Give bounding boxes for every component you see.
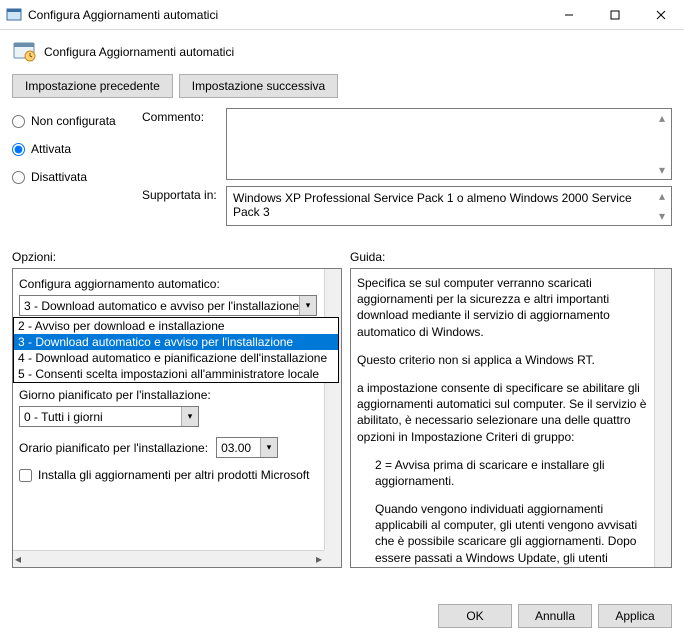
cancel-button[interactable]: Annulla	[518, 604, 592, 628]
install-time-label: Orario pianificato per l'installazione:	[19, 441, 208, 455]
config-option-2[interactable]: 2 - Avviso per download e installazione	[14, 318, 338, 334]
radio-disabled-label: Disattivata	[31, 170, 87, 184]
policy-icon	[12, 40, 36, 64]
options-vscrollbar[interactable]	[324, 269, 341, 550]
config-option-4[interactable]: 4 - Download automatico e pianificazione…	[14, 350, 338, 366]
config-update-combo[interactable]: 3 - Download automatico e avviso per l'i…	[19, 295, 317, 316]
prev-setting-button[interactable]: Impostazione precedente	[12, 74, 173, 98]
chevron-down-icon: ▾	[299, 296, 316, 315]
config-option-5[interactable]: 5 - Consenti scelta impostazioni all'amm…	[14, 366, 338, 382]
other-products-checkbox-row[interactable]: Installa gli aggiornamenti per altri pro…	[19, 468, 335, 482]
guide-p3: a impostazione consente di specificare s…	[357, 380, 651, 445]
config-option-3[interactable]: 3 - Download automatico e avviso per l'i…	[14, 334, 338, 350]
header-title: Configura Aggiornamenti automatici	[44, 45, 234, 59]
radio-disabled-input[interactable]	[12, 171, 25, 184]
install-day-value: 0 - Tutti i giorni	[24, 410, 103, 424]
guide-p2: Questo criterio non si applica a Windows…	[357, 352, 651, 368]
comment-scrollbar[interactable]: ▴▾	[655, 111, 669, 177]
supported-text: Windows XP Professional Service Pack 1 o…	[233, 191, 632, 219]
radio-not-configured-label: Non configurata	[31, 114, 116, 128]
other-products-label: Installa gli aggiornamenti per altri pro…	[38, 468, 309, 482]
state-radio-group: Non configurata Attivata Disattivata	[12, 108, 122, 232]
radio-enabled-label: Attivata	[31, 142, 71, 156]
install-day-combo[interactable]: 0 - Tutti i giorni ▾	[19, 406, 199, 427]
install-day-label: Giorno pianificato per l'installazione:	[19, 388, 335, 402]
guide-label: Guida:	[342, 250, 672, 264]
comment-label: Commento:	[142, 108, 220, 124]
radio-disabled[interactable]: Disattivata	[12, 170, 122, 184]
options-hscrollbar[interactable]: ◂▸	[13, 550, 324, 567]
minimize-button[interactable]	[546, 0, 592, 30]
guide-pane: Specifica se sul computer verranno scari…	[350, 268, 672, 568]
footer: OK Annulla Applica	[438, 604, 672, 628]
options-pane: Configura aggiornamento automatico: 3 - …	[12, 268, 342, 568]
nav-row: Impostazione precedente Impostazione suc…	[0, 68, 684, 108]
supported-scrollbar[interactable]: ▴▾	[655, 189, 669, 223]
guide-p1: Specifica se sul computer verranno scari…	[357, 275, 651, 340]
radio-enabled-input[interactable]	[12, 143, 25, 156]
radio-not-configured-input[interactable]	[12, 115, 25, 128]
config-update-dropdown[interactable]: 2 - Avviso per download e installazione …	[13, 317, 339, 383]
other-products-checkbox[interactable]	[19, 469, 32, 482]
window-title: Configura Aggiornamenti automatici	[28, 8, 546, 22]
close-button[interactable]	[638, 0, 684, 30]
chevron-down-icon: ▾	[181, 407, 198, 426]
radio-not-configured[interactable]: Non configurata	[12, 114, 122, 128]
config-update-value: 3 - Download automatico e avviso per l'i…	[24, 299, 299, 313]
guide-p4: 2 = Avvisa prima di scaricare e installa…	[357, 457, 651, 489]
header: Configura Aggiornamenti automatici	[0, 30, 684, 68]
config-update-label: Configura aggiornamento automatico:	[19, 277, 335, 291]
ok-button[interactable]: OK	[438, 604, 512, 628]
comment-textarea[interactable]: ▴▾	[226, 108, 672, 180]
title-bar: Configura Aggiornamenti automatici	[0, 0, 684, 30]
maximize-button[interactable]	[592, 0, 638, 30]
radio-enabled[interactable]: Attivata	[12, 142, 122, 156]
chevron-down-icon: ▾	[260, 438, 277, 457]
supported-label: Supportata in:	[142, 186, 220, 202]
install-time-value: 03.00	[221, 441, 251, 455]
supported-box: Windows XP Professional Service Pack 1 o…	[226, 186, 672, 226]
apply-button[interactable]: Applica	[598, 604, 672, 628]
app-icon	[6, 7, 22, 23]
guide-vscrollbar[interactable]	[654, 269, 671, 567]
options-label: Opzioni:	[12, 250, 342, 264]
next-setting-button[interactable]: Impostazione successiva	[179, 74, 338, 98]
options-scroll-corner	[324, 550, 341, 567]
guide-p5: Quando vengono individuati aggiornamenti…	[357, 501, 651, 568]
install-time-combo[interactable]: 03.00 ▾	[216, 437, 278, 458]
